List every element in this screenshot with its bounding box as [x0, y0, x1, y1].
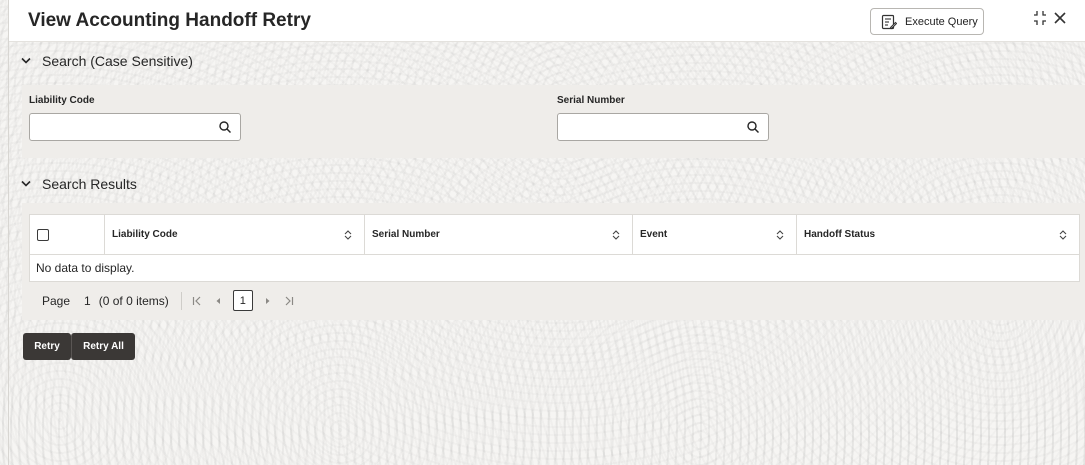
liability-code-input[interactable]	[30, 114, 210, 140]
sort-icon[interactable]	[1059, 230, 1067, 240]
execute-query-button[interactable]: Execute Query	[870, 8, 984, 35]
items-count: (0 of 0 items)	[98, 293, 169, 308]
sort-icon[interactable]	[776, 230, 784, 240]
chevron-down-icon	[21, 57, 31, 64]
sort-icon[interactable]	[344, 230, 352, 240]
search-section-title: Search (Case Sensitive)	[42, 53, 193, 69]
retry-button[interactable]: Retry	[23, 333, 71, 360]
column-label: Liability Code	[112, 229, 178, 240]
page-header: View Accounting Handoff Retry Execute Qu…	[9, 0, 1085, 42]
serial-number-label: Serial Number	[557, 95, 625, 106]
column-header-event[interactable]: Event	[633, 215, 797, 254]
last-page-icon[interactable]	[283, 296, 294, 306]
column-header-liability-code[interactable]: Liability Code	[105, 215, 365, 254]
search-icon[interactable]	[219, 121, 231, 134]
select-all-cell	[30, 215, 105, 254]
execute-query-label: Execute Query	[905, 15, 978, 28]
search-section-toggle[interactable]: Search (Case Sensitive)	[21, 53, 193, 69]
liability-code-field[interactable]	[29, 113, 241, 141]
page-frame: View Accounting Handoff Retry Execute Qu…	[8, 0, 1085, 465]
empty-message: No data to display.	[36, 261, 135, 275]
results-section-toggle[interactable]: Search Results	[21, 176, 137, 192]
previous-page-icon[interactable]	[215, 296, 221, 306]
page-title: View Accounting Handoff Retry	[28, 10, 311, 31]
table-header: Liability Code Serial Number Event Hando…	[30, 215, 1079, 255]
column-header-serial-number[interactable]: Serial Number	[365, 215, 633, 254]
results-table: Liability Code Serial Number Event Hando…	[29, 214, 1080, 282]
liability-code-label: Liability Code	[29, 95, 95, 106]
first-page-icon[interactable]	[192, 296, 203, 306]
pagination-divider	[180, 291, 182, 310]
select-all-checkbox[interactable]	[37, 228, 49, 241]
close-icon[interactable]	[1053, 10, 1067, 26]
column-label: Event	[640, 229, 668, 240]
chevron-down-icon	[21, 180, 31, 187]
page-button-1[interactable]: 1	[232, 290, 253, 311]
pagination: Page 1 (0 of 0 items) 1	[42, 290, 306, 311]
column-label: Serial Number	[372, 229, 440, 240]
sort-icon[interactable]	[612, 230, 620, 240]
column-label: Handoff Status	[804, 229, 876, 240]
results-panel: Liability Code Serial Number Event Hando…	[22, 203, 1085, 320]
page-label: Page	[42, 293, 71, 308]
search-icon[interactable]	[747, 121, 759, 134]
execute-query-icon	[881, 14, 897, 29]
current-page-number: 1	[84, 293, 91, 308]
results-section-title: Search Results	[42, 176, 137, 192]
collapse-icon[interactable]	[1033, 10, 1047, 26]
search-panel: Liability Code Serial Number	[22, 85, 1085, 158]
retry-all-button[interactable]: Retry All	[71, 333, 135, 360]
serial-number-field[interactable]	[557, 113, 769, 141]
next-page-icon[interactable]	[265, 296, 271, 306]
column-header-handoff-status[interactable]: Handoff Status	[797, 215, 1079, 254]
serial-number-input[interactable]	[558, 114, 738, 140]
